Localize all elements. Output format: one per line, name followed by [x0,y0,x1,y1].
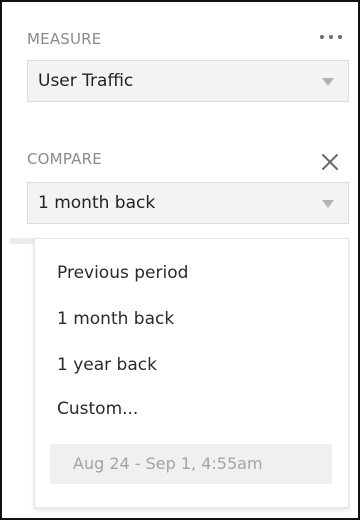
option-1-month-back[interactable]: 1 month back [57,309,174,329]
caret-down-icon [322,200,334,208]
date-range-text: Aug 24 - Sep 1, 4:55am [73,454,263,473]
compare-dropdown-menu: Previous period 1 month back 1 year back… [34,238,349,508]
dot [320,35,324,39]
dot [329,35,333,39]
measure-select[interactable]: User Traffic [27,60,349,102]
option-1-year-back[interactable]: 1 year back [57,355,157,375]
dot [338,35,342,39]
option-custom[interactable]: Custom... [57,399,138,419]
measure-select-value: User Traffic [38,71,134,91]
compare-label: COMPARE [27,150,102,168]
caret-down-icon [322,78,334,86]
option-previous-period[interactable]: Previous period [57,263,188,283]
backdrop-band [10,238,34,244]
compare-select-value: 1 month back [38,193,156,213]
more-horizontal-icon[interactable] [320,32,342,42]
measure-label: MEASURE [27,30,102,48]
panel-frame: MEASURE User Traffic COMPARE 1 month bac… [0,0,360,520]
measure-compare-panel: MEASURE User Traffic COMPARE 1 month bac… [10,10,350,510]
compare-select[interactable]: 1 month back [27,182,349,224]
custom-date-range-field[interactable]: Aug 24 - Sep 1, 4:55am [50,444,332,484]
close-icon[interactable] [320,152,340,172]
